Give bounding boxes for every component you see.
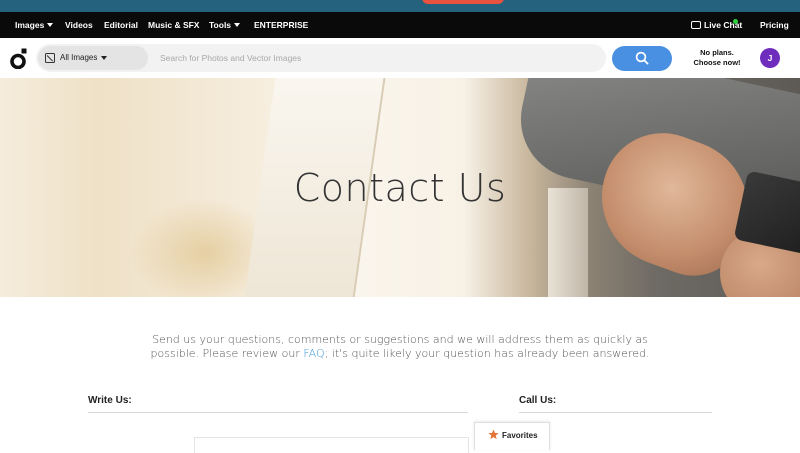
favorites-tab[interactable]: Favorites xyxy=(474,422,550,450)
hero-banner: Contact Us xyxy=(0,78,800,297)
search-input[interactable] xyxy=(160,50,590,66)
star-icon xyxy=(488,429,499,440)
promo-button[interactable] xyxy=(422,0,504,4)
nav-videos[interactable]: Videos xyxy=(65,12,93,38)
nav-tools-label: Tools xyxy=(209,20,232,30)
nav-pricing[interactable]: Pricing xyxy=(760,12,789,38)
nav-enterprise-label: ENTERPRISE xyxy=(254,20,309,30)
nav-editorial-label: Editorial xyxy=(104,20,139,30)
category-dropdown[interactable]: All Images xyxy=(38,46,148,70)
search-button[interactable] xyxy=(612,46,672,71)
plan-status-line2: Choose now! xyxy=(693,58,741,67)
top-promo-strip xyxy=(0,0,800,12)
main-navbar: Images Videos Editorial Music & SFX Tool… xyxy=(0,12,800,38)
live-chat-button[interactable]: Live Chat xyxy=(691,12,742,38)
nav-music-sfx[interactable]: Music & SFX xyxy=(148,12,199,38)
page-title: Contact Us xyxy=(293,166,507,210)
plan-status-line1: No plans. xyxy=(700,48,734,57)
nav-editorial[interactable]: Editorial xyxy=(104,12,138,38)
online-status-dot xyxy=(733,19,738,24)
chevron-down-icon xyxy=(47,23,54,27)
chevron-down-icon xyxy=(234,23,241,27)
nav-tools[interactable]: Tools xyxy=(209,12,241,38)
nav-pricing-label: Pricing xyxy=(760,20,789,30)
contact-form-field[interactable] xyxy=(194,437,469,453)
nav-enterprise[interactable]: ENTERPRISE xyxy=(254,12,308,38)
plan-status-link[interactable]: No plans. Choose now! xyxy=(684,48,750,68)
call-us-heading: Call Us: xyxy=(519,395,557,406)
brand-logo-icon[interactable] xyxy=(10,47,28,69)
intro-text-after: ; it's quite likely your question has al… xyxy=(324,347,650,360)
write-us-heading: Write Us: xyxy=(88,395,132,406)
faq-link[interactable]: FAQ xyxy=(303,347,324,360)
avatar[interactable]: J xyxy=(760,48,780,68)
search-icon xyxy=(635,51,649,65)
image-icon xyxy=(45,53,55,63)
chevron-down-icon xyxy=(101,56,107,60)
chat-bubble-icon xyxy=(691,21,701,29)
nav-images-label: Images xyxy=(15,20,45,30)
write-us-divider xyxy=(88,412,468,413)
category-dropdown-label: All Images xyxy=(60,53,98,62)
nav-images[interactable]: Images xyxy=(15,12,54,38)
search-bar-row: All Images xyxy=(0,38,800,78)
call-us-divider xyxy=(519,412,712,413)
favorites-label: Favorites xyxy=(502,431,538,440)
search-box: All Images xyxy=(36,44,632,72)
intro-text: Send us your questions, comments or sugg… xyxy=(145,333,655,361)
nav-music-sfx-label: Music & SFX xyxy=(148,20,200,30)
nav-videos-label: Videos xyxy=(65,20,93,30)
